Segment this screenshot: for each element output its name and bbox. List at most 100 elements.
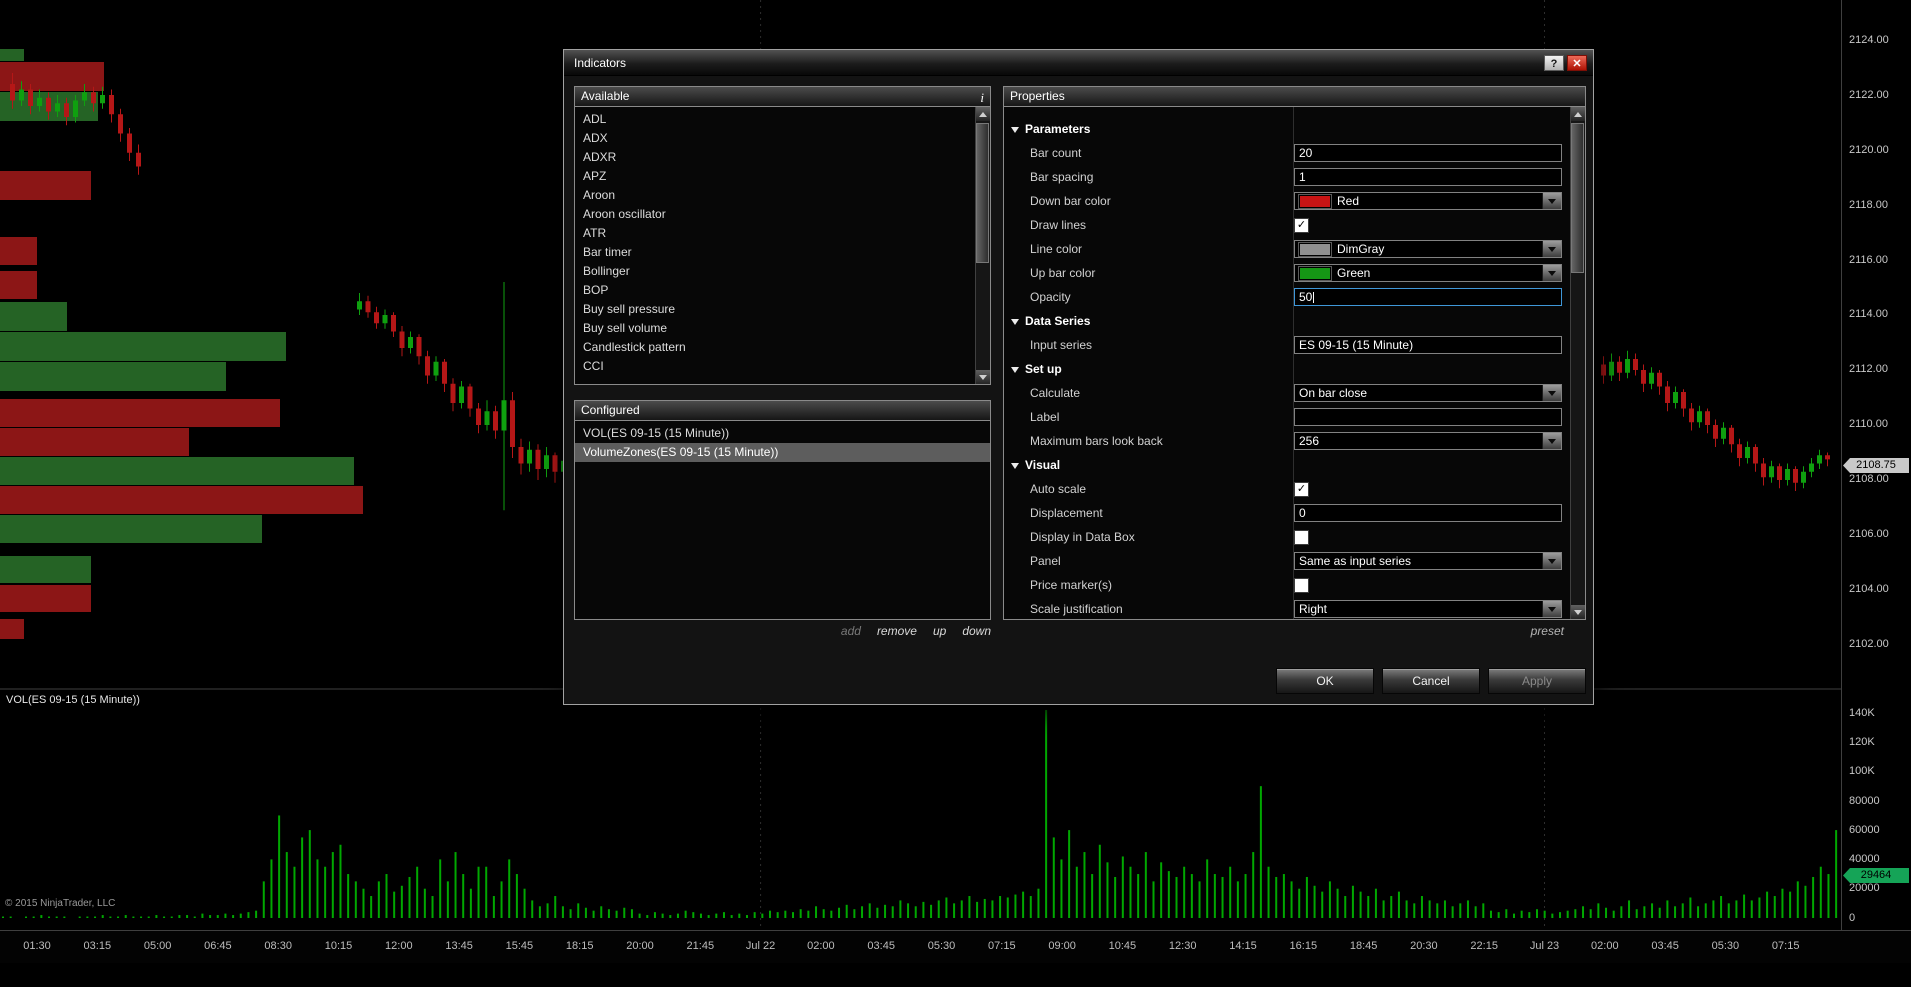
down-bar-color-dropdown[interactable]: Red — [1294, 192, 1562, 210]
display-in-data-box-checkbox[interactable] — [1294, 529, 1309, 545]
indicator-item-bollinger[interactable]: Bollinger — [575, 262, 975, 281]
dropdown-arrow-icon[interactable] — [1542, 433, 1561, 449]
property-value — [1294, 529, 1566, 545]
apply-button[interactable]: Apply — [1488, 668, 1586, 694]
collapse-triangle-icon[interactable] — [1011, 463, 1019, 473]
info-icon[interactable]: i — [980, 88, 984, 107]
dialog-titlebar[interactable]: Indicators ? ✕ — [564, 50, 1593, 76]
dropdown-arrow-icon[interactable] — [1542, 193, 1561, 209]
axis-label: 2124.00 — [1849, 34, 1889, 46]
dropdown-arrow-icon[interactable] — [1542, 601, 1561, 617]
time-label: 22:15 — [1470, 940, 1498, 952]
preset-link[interactable]: preset — [1003, 624, 1586, 638]
scroll-up-icon[interactable] — [976, 107, 990, 121]
time-label: 07:15 — [988, 940, 1016, 952]
dropdown-arrow-icon[interactable] — [1542, 385, 1561, 401]
color-swatch — [1299, 266, 1331, 280]
time-label: 12:30 — [1168, 940, 1197, 952]
price-axis[interactable]: 2124.00 2122.00 2120.00 2118.00 2116.00 2114.… — [1841, 0, 1911, 963]
indicator-item-buy-sell-pressure[interactable]: Buy sell pressure — [575, 300, 975, 319]
available-scrollbar[interactable] — [975, 107, 990, 384]
indicator-item-adl[interactable]: ADL — [575, 110, 975, 129]
indicator-item-aroon[interactable]: Aroon — [575, 186, 975, 205]
axis-label: 100K — [1849, 765, 1875, 777]
calculate-dropdown[interactable]: On bar close — [1294, 384, 1562, 402]
property-label: Label — [1030, 410, 1060, 424]
property-label[interactable]: Set up — [1004, 362, 1294, 376]
collapse-triangle-icon[interactable] — [1011, 367, 1019, 377]
indicator-item-bop[interactable]: BOP — [575, 281, 975, 300]
scroll-down-icon[interactable] — [1571, 605, 1585, 619]
down-link[interactable]: down — [962, 624, 991, 638]
collapse-triangle-icon[interactable] — [1011, 127, 1019, 137]
displacement-input[interactable]: 0 — [1294, 504, 1562, 522]
indicator-item-atr[interactable]: ATR — [575, 224, 975, 243]
last-price-marker: 2108.75 — [1843, 458, 1909, 473]
dropdown-arrow-icon[interactable] — [1542, 241, 1561, 257]
add-link[interactable]: add — [841, 624, 861, 638]
indicator-item-adxr[interactable]: ADXR — [575, 148, 975, 167]
bar-spacing-input[interactable]: 1 — [1294, 168, 1562, 186]
ok-button[interactable]: OK — [1276, 668, 1374, 694]
property-label[interactable]: Parameters — [1004, 122, 1294, 136]
property-label[interactable]: Data Series — [1004, 314, 1294, 328]
axis-label: 40000 — [1849, 853, 1880, 865]
scrollbar-thumb[interactable] — [1571, 123, 1584, 273]
last-volume-marker: 29464 — [1843, 868, 1909, 883]
time-label: 13:45 — [445, 940, 473, 952]
property-row-display-in-data-box: Display in Data Box — [1004, 525, 1570, 549]
up-bar-color-dropdown[interactable]: Green — [1294, 264, 1562, 282]
property-label[interactable]: Visual — [1004, 458, 1294, 472]
price-marker-s-checkbox[interactable] — [1294, 577, 1309, 593]
property-label: Auto scale — [1030, 482, 1087, 496]
indicator-item-cci[interactable]: CCI — [575, 357, 975, 376]
property-value: 50 — [1294, 288, 1566, 306]
axis-label: 80000 — [1849, 795, 1880, 807]
dropdown-arrow-icon[interactable] — [1542, 265, 1561, 281]
dialog-title: Indicators — [574, 55, 627, 70]
collapse-triangle-icon[interactable] — [1011, 319, 1019, 329]
auto-scale-checkbox[interactable] — [1294, 481, 1309, 497]
axis-label: 120K — [1849, 736, 1875, 748]
axis-label: 2108.00 — [1849, 473, 1889, 485]
properties-scrollbar[interactable] — [1570, 107, 1585, 619]
panel-dropdown[interactable]: Same as input series — [1294, 552, 1562, 570]
help-button[interactable]: ? — [1544, 54, 1564, 71]
configured-item-vol-es-09-15-15-minute[interactable]: VOL(ES 09-15 (15 Minute)) — [575, 424, 990, 443]
time-label: 05:00 — [143, 940, 172, 952]
time-label: 18:45 — [1349, 940, 1378, 952]
line-color-dropdown[interactable]: DimGray — [1294, 240, 1562, 258]
property-row-up-bar-color: Up bar color Green — [1004, 261, 1570, 285]
maximum-bars-look-back-dropdown[interactable]: 256 — [1294, 432, 1562, 450]
indicator-item-bar-timer[interactable]: Bar timer — [575, 243, 975, 262]
dropdown-value: DimGray — [1295, 241, 1542, 257]
scale-justification-dropdown[interactable]: Right — [1294, 600, 1562, 618]
property-value: ES 09-15 (15 Minute) — [1294, 336, 1566, 354]
scrollbar-thumb[interactable] — [976, 123, 989, 263]
property-value: On bar close — [1294, 384, 1566, 402]
input-series-input[interactable]: ES 09-15 (15 Minute) — [1294, 336, 1562, 354]
indicator-item-aroon-oscillator[interactable]: Aroon oscillator — [575, 205, 975, 224]
close-button[interactable]: ✕ — [1567, 54, 1587, 71]
available-panel: Available i ADL ADX ADXR APZ Aroon Aroon osci… — [574, 86, 991, 385]
scroll-up-icon[interactable] — [1571, 107, 1585, 121]
remove-link[interactable]: remove — [877, 624, 917, 638]
dropdown-arrow-icon[interactable] — [1542, 553, 1561, 569]
scroll-down-icon[interactable] — [976, 370, 990, 384]
configured-indicator-list: VOL(ES 09-15 (15 Minute)) VolumeZones(ES … — [575, 421, 990, 619]
opacity-input[interactable]: 50 — [1294, 288, 1562, 306]
configured-item-volumezones-es-09-15-15-minute[interactable]: VolumeZones(ES 09-15 (15 Minute)) — [575, 443, 990, 462]
indicator-item-buy-sell-volume[interactable]: Buy sell volume — [575, 319, 975, 338]
indicator-item-adx[interactable]: ADX — [575, 129, 975, 148]
bar-count-input[interactable]: 20 — [1294, 144, 1562, 162]
cancel-button[interactable]: Cancel — [1382, 668, 1480, 694]
property-label: Input series — [1030, 338, 1093, 352]
label-input[interactable] — [1294, 408, 1562, 426]
time-label: 20:30 — [1410, 940, 1438, 952]
indicator-item-apz[interactable]: APZ — [575, 167, 975, 186]
time-axis[interactable]: 01:30 03:15 05:00 06:45 08:30 10:15 12:00 13:45… — [0, 930, 1911, 963]
draw-lines-checkbox[interactable] — [1294, 217, 1309, 233]
up-link[interactable]: up — [933, 624, 946, 638]
property-row-panel: Panel Same as input series — [1004, 549, 1570, 573]
indicator-item-candlestick-pattern[interactable]: Candlestick pattern — [575, 338, 975, 357]
